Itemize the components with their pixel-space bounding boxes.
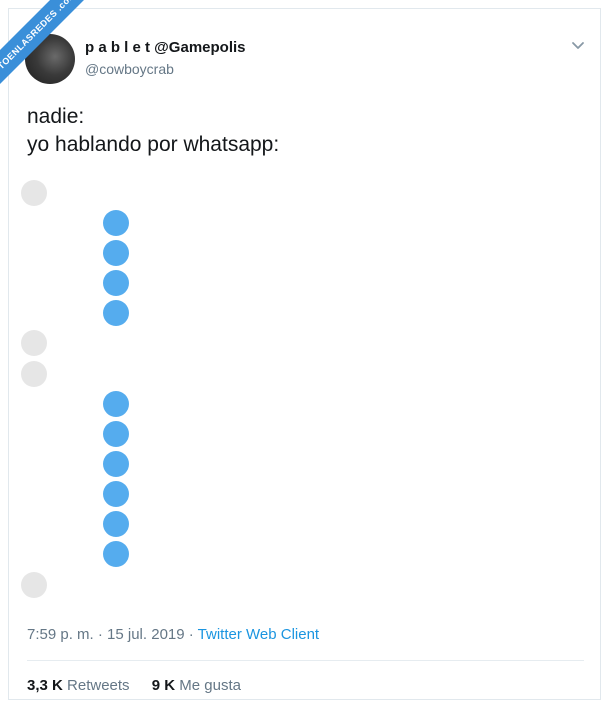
bubble-self	[103, 511, 129, 537]
tweet-stats: 3,3 K Retweets 9 K Me gusta	[27, 677, 259, 694]
client-link[interactable]: Twitter Web Client	[198, 626, 319, 643]
retweets-stat[interactable]: 3,3 K Retweets	[27, 677, 130, 694]
chevron-down-icon[interactable]	[570, 37, 586, 53]
bubble-other	[21, 330, 47, 356]
retweets-count: 3,3 K	[27, 677, 63, 694]
bubble-self	[103, 451, 129, 477]
tweet-text: nadie: yo hablando por whatsapp:	[27, 103, 279, 159]
bubble-other	[21, 180, 47, 206]
retweets-label: Retweets	[67, 677, 130, 694]
bubble-other	[21, 361, 47, 387]
likes-count: 9 K	[151, 677, 176, 694]
tweet-card: p a b l e t @Gamepolis @cowboycrab nadie…	[8, 8, 601, 700]
bubble-self	[103, 240, 129, 266]
divider	[27, 660, 584, 661]
bubble-self	[103, 391, 129, 417]
bubble-self	[103, 210, 129, 236]
watermark-ribbon: VISTOENLASREDES .com	[0, 0, 110, 110]
tweet-meta: 7:59 p. m. · 15 jul. 2019 · Twitter Web …	[27, 626, 319, 643]
bubble-other	[21, 572, 47, 598]
bubble-self	[103, 541, 129, 567]
watermark-text: VISTOENLASREDES .com	[0, 0, 93, 98]
bubble-self	[103, 421, 129, 447]
bubble-self	[103, 481, 129, 507]
tweet-text-line: yo hablando por whatsapp:	[27, 133, 280, 156]
bubble-self	[103, 300, 129, 326]
timestamp[interactable]: 7:59 p. m. · 15 jul. 2019 ·	[27, 626, 194, 643]
likes-stat[interactable]: 9 K Me gusta	[152, 677, 241, 694]
bubble-self	[103, 270, 129, 296]
likes-label: Me gusta	[179, 677, 241, 694]
